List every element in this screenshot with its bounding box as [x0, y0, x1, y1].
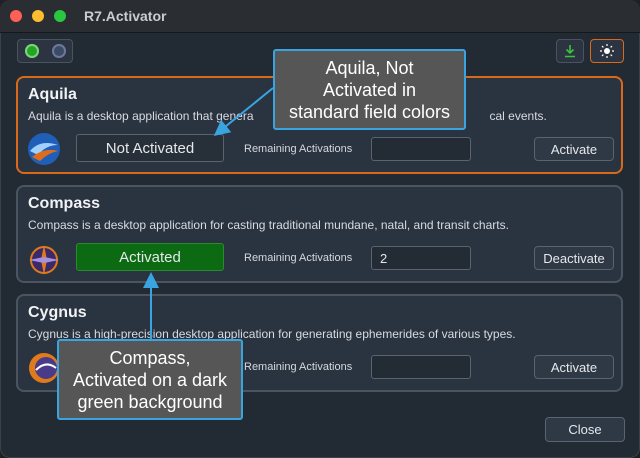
remaining-activations-field: [371, 137, 471, 161]
download-button[interactable]: [556, 39, 584, 63]
app-name: Cygnus: [28, 304, 87, 321]
window-title: R7.Activator: [84, 8, 167, 24]
app-window: R7.Activator Aquila Aquila is a desktop …: [0, 0, 640, 458]
view-option-active-icon[interactable]: [24, 44, 39, 58]
app-description: Compass is a desktop application for cas…: [28, 218, 509, 232]
callout-line: Activated on a dark: [72, 369, 228, 390]
view-option-inactive-icon[interactable]: [51, 44, 66, 58]
callout-line: Activated in: [322, 79, 417, 100]
activate-button[interactable]: Activate: [534, 355, 614, 379]
close-window-button[interactable]: [10, 10, 22, 22]
activate-button[interactable]: Activate: [534, 137, 614, 161]
activation-status: Activated: [76, 243, 224, 271]
callout-aquila: Aquila, Not Activated in standard field …: [273, 49, 466, 130]
app-card-compass[interactable]: Compass Compass is a desktop application…: [16, 185, 623, 283]
minimize-window-button[interactable]: [32, 10, 44, 22]
app-name: Aquila: [28, 86, 77, 103]
maximize-window-button[interactable]: [54, 10, 66, 22]
title-bar: R7.Activator: [0, 0, 640, 33]
deactivate-button[interactable]: Deactivate: [534, 246, 614, 270]
compass-logo-icon: [29, 245, 59, 275]
theme-toggle-button[interactable]: [590, 39, 624, 63]
view-toggle-group: [17, 39, 73, 63]
app-description-right: cal events.: [489, 109, 547, 123]
aquila-logo-icon: [28, 133, 60, 165]
remaining-activations-label: Remaining Activations: [244, 252, 353, 264]
sun-icon: [600, 44, 614, 58]
callout-line: standard field colors: [288, 101, 451, 122]
callout-line: Compass,: [109, 347, 191, 368]
remaining-activations-field: [371, 355, 471, 379]
callout-line: Aquila, Not: [325, 57, 414, 78]
remaining-activations-label: Remaining Activations: [244, 361, 353, 373]
remaining-activations-field: 2: [371, 246, 471, 270]
download-icon: [565, 45, 575, 58]
app-description-left: Aquila is a desktop application that gen…: [28, 109, 254, 123]
close-button[interactable]: Close: [545, 417, 625, 442]
remaining-activations-label: Remaining Activations: [244, 143, 353, 155]
callout-line: green background: [77, 391, 223, 412]
activation-status: Not Activated: [76, 134, 224, 162]
callout-compass: Compass, Activated on a dark green backg…: [57, 339, 243, 420]
app-name: Compass: [28, 195, 101, 212]
